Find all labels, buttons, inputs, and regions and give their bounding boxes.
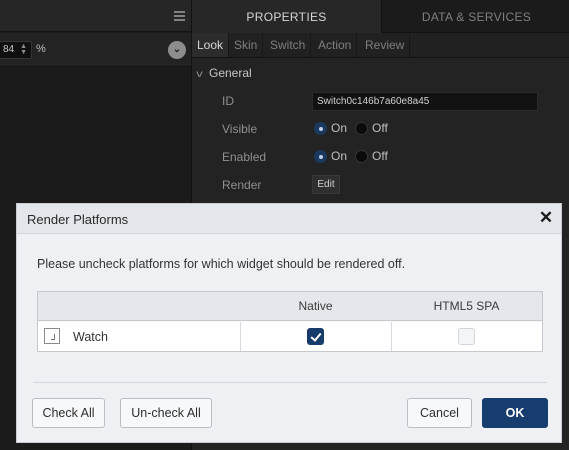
close-icon[interactable]: ✕ — [538, 209, 554, 227]
html5-spa-checkbox[interactable] — [458, 328, 475, 345]
dialog-title: Render Platforms — [27, 212, 129, 227]
render-platforms-dialog: Render Platforms ✕ Please uncheck platfo… — [16, 203, 562, 443]
native-checkbox[interactable] — [307, 328, 324, 345]
dialog-header: Render Platforms ✕ — [17, 204, 561, 234]
row-name-cell: Watch — [38, 322, 241, 351]
platforms-table: Native HTML5 SPA Watch — [37, 291, 543, 352]
html5-cell — [392, 322, 542, 351]
column-native-header: Native — [298, 299, 333, 313]
row-label: Watch — [73, 330, 108, 344]
column-html5-header: HTML5 SPA — [433, 299, 500, 313]
native-cell — [241, 322, 392, 351]
footer-divider — [33, 382, 547, 383]
ok-button[interactable]: OK — [482, 398, 548, 428]
uncheck-all-button[interactable]: Un-check All — [120, 398, 212, 428]
table-header: Native HTML5 SPA — [38, 292, 542, 321]
watch-icon — [44, 328, 60, 344]
cancel-button[interactable]: Cancel — [407, 398, 472, 428]
table-row: Watch — [38, 322, 542, 351]
check-all-button[interactable]: Check All — [32, 398, 105, 428]
dialog-instruction: Please uncheck platforms for which widge… — [37, 257, 406, 271]
